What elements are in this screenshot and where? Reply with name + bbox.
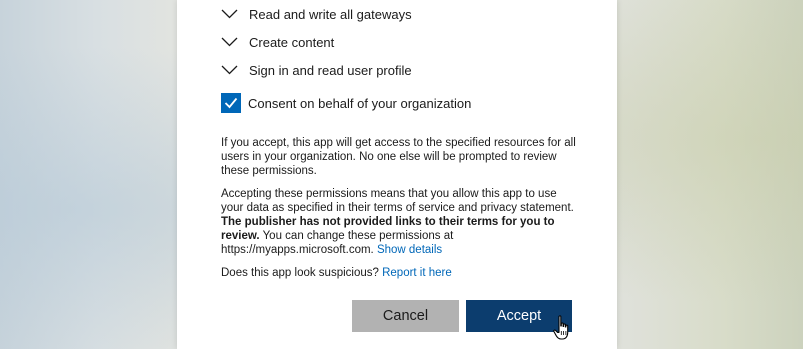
hand-cursor-icon	[553, 315, 569, 340]
report-link[interactable]: Report it here	[382, 267, 452, 279]
consent-label: Consent on behalf of your organization	[248, 95, 472, 111]
permission-label: Sign in and read user profile	[249, 62, 412, 78]
permission-item-gateways[interactable]: Read and write all gateways	[221, 4, 412, 24]
chevron-down-icon[interactable]	[221, 9, 238, 19]
permission-label: Read and write all gateways	[249, 6, 412, 22]
permission-item-sign-in[interactable]: Sign in and read user profile	[221, 60, 412, 80]
access-info-text: If you accept, this app will get access …	[221, 137, 576, 177]
consent-checkbox[interactable]	[221, 93, 241, 113]
chevron-down-icon[interactable]	[221, 65, 238, 75]
cancel-button[interactable]: Cancel	[352, 300, 459, 332]
permissions-dialog: Read and write all gateways Create conte…	[177, 0, 617, 349]
show-details-link[interactable]: Show details	[377, 244, 442, 256]
checkmark-icon	[224, 97, 238, 109]
terms-text-part1: Accepting these permissions means that y…	[221, 188, 574, 214]
suspicious-text: Does this app look suspicious?	[221, 267, 383, 279]
permission-item-create-content[interactable]: Create content	[221, 32, 334, 52]
chevron-down-icon[interactable]	[221, 37, 238, 47]
terms-info-text: Accepting these permissions means that y…	[221, 187, 577, 257]
suspicious-row: Does this app look suspicious? Report it…	[221, 266, 577, 280]
permission-label: Create content	[249, 34, 335, 50]
consent-row[interactable]: Consent on behalf of your organization	[221, 93, 471, 113]
